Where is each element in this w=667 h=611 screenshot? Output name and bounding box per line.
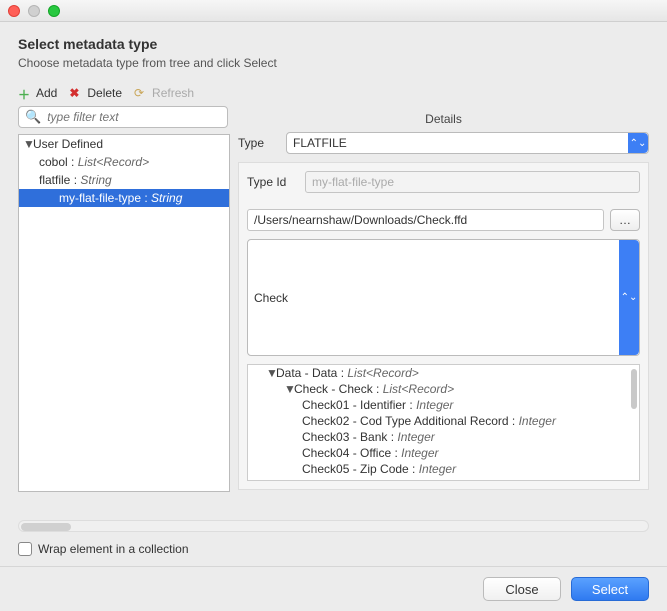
browse-button[interactable]: … <box>610 209 640 231</box>
chevron-down-icon[interactable]: ▼ <box>284 382 294 396</box>
dialog-title: Select metadata type <box>18 36 649 52</box>
dialog-subtitle: Choose metadata type from tree and click… <box>18 56 649 70</box>
refresh-label: Refresh <box>152 86 194 100</box>
zoom-window-icon[interactable] <box>48 5 60 17</box>
close-window-icon[interactable] <box>8 5 20 17</box>
chevron-down-icon[interactable]: ▼ <box>23 137 33 151</box>
window-controls <box>8 5 60 17</box>
refresh-icon: ⟳ <box>134 86 148 100</box>
typeid-label: Type Id <box>247 175 297 189</box>
add-button[interactable]: ＋ Add <box>18 86 57 100</box>
schema-field[interactable]: Check03 - Bank : Integer <box>248 429 639 445</box>
filter-box[interactable]: 🔍 <box>18 106 228 128</box>
schema-node[interactable]: ▼Check - Check : List<Record> <box>248 381 639 397</box>
schema-select[interactable]: Check ⌃⌄ <box>247 239 640 356</box>
schema-field[interactable]: Check06 - Check : Integer <box>248 477 639 481</box>
chevron-updown-icon: ⌃⌄ <box>619 240 639 355</box>
ellipsis-icon: … <box>619 213 631 227</box>
scrollbar[interactable] <box>631 369 637 409</box>
tree-item[interactable]: cobol : List<Record> <box>19 153 229 171</box>
schema-field[interactable]: Check02 - Cod Type Additional Record : I… <box>248 413 639 429</box>
filter-input[interactable] <box>45 109 221 125</box>
chevron-updown-icon: ⌃⌄ <box>628 133 648 153</box>
schema-field[interactable]: Check05 - Zip Code : Integer <box>248 461 639 477</box>
scrollbar-thumb[interactable] <box>21 523 71 531</box>
type-label: Type <box>238 136 278 150</box>
x-icon: ✖ <box>69 86 83 100</box>
footer: Close Select <box>0 566 667 611</box>
close-button[interactable]: Close <box>483 577 561 601</box>
wrap-label: Wrap element in a collection <box>38 542 189 556</box>
tree-root[interactable]: ▼User Defined <box>19 135 229 153</box>
horizontal-scrollbar[interactable] <box>18 520 649 532</box>
type-detail-box: Type Id … Check ⌃⌄ ▼Data - Data : List<R… <box>238 162 649 490</box>
search-icon: 🔍 <box>25 109 41 125</box>
toolbar: ＋ Add ✖ Delete ⟳ Refresh <box>0 80 667 106</box>
details-panel: Details Type FLATFILE ⌃⌄ Type Id … Check… <box>238 134 649 514</box>
schema-field[interactable]: Check04 - Office : Integer <box>248 445 639 461</box>
metadata-tree[interactable]: ▼User Defined cobol : List<Record> flatf… <box>18 134 230 492</box>
schema-field[interactable]: Check01 - Identifier : Integer <box>248 397 639 413</box>
tree-item[interactable]: flatfile : String <box>19 171 229 189</box>
delete-button[interactable]: ✖ Delete <box>69 86 122 100</box>
details-heading: Details <box>238 112 649 132</box>
schema-tree[interactable]: ▼Data - Data : List<Record> ▼Check - Che… <box>247 364 640 481</box>
select-button[interactable]: Select <box>571 577 649 601</box>
minimize-window-icon <box>28 5 40 17</box>
add-label: Add <box>36 86 57 100</box>
schema-node[interactable]: ▼Data - Data : List<Record> <box>248 365 639 381</box>
chevron-down-icon[interactable]: ▼ <box>266 366 276 380</box>
path-field[interactable] <box>247 209 604 231</box>
tree-item-selected[interactable]: my-flat-file-type : String <box>19 189 229 207</box>
wrap-checkbox[interactable] <box>18 542 32 556</box>
type-select[interactable]: FLATFILE ⌃⌄ <box>286 132 649 154</box>
dialog-header: Select metadata type Choose metadata typ… <box>0 22 667 80</box>
refresh-button[interactable]: ⟳ Refresh <box>134 86 194 100</box>
plus-icon: ＋ <box>18 86 32 100</box>
delete-label: Delete <box>87 86 122 100</box>
typeid-field <box>305 171 640 193</box>
titlebar <box>0 0 667 22</box>
